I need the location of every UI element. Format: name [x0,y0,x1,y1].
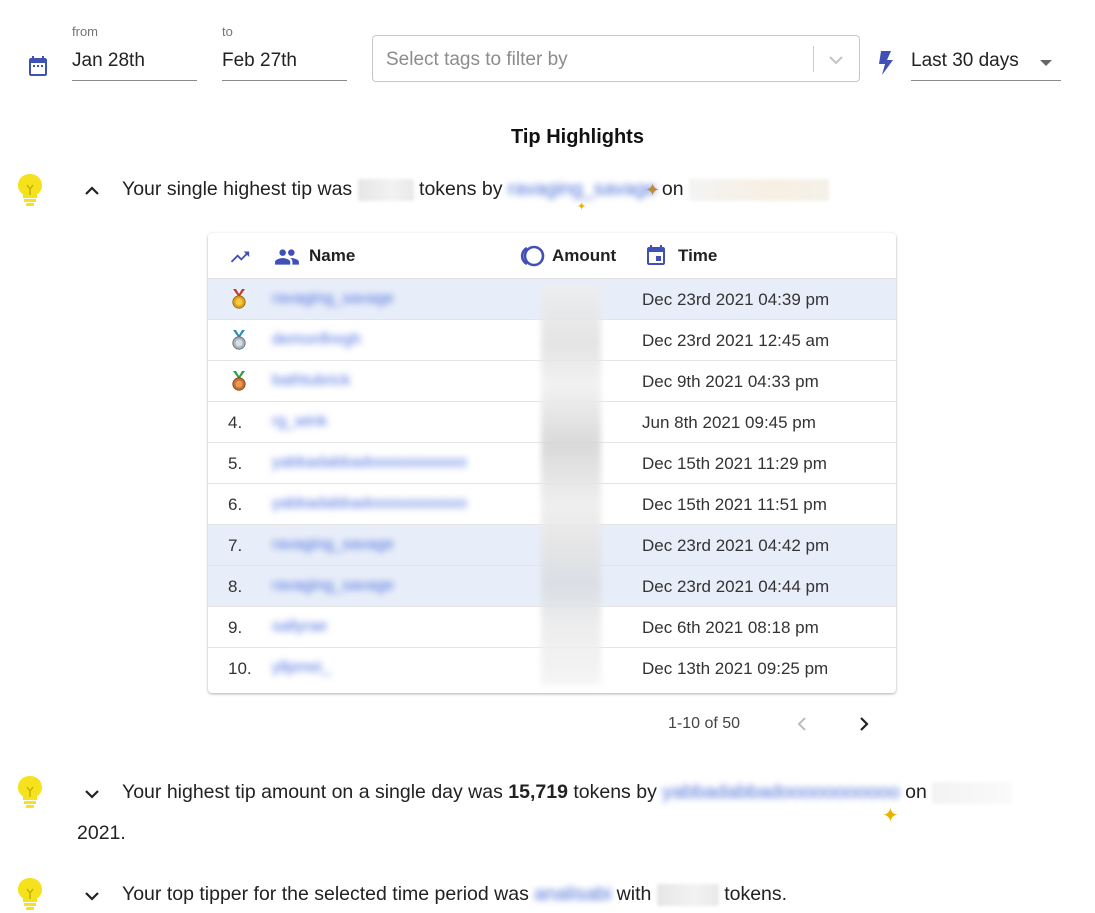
username-link[interactable]: yabbadabbadooooooooooo [662,781,900,804]
select-separator [813,46,814,72]
highlight-amount: 15,719 [508,781,568,803]
pagination-range: 1-10 of 50 [668,715,741,732]
highlight-text: on [661,178,684,200]
tipper-name[interactable]: yabbadabbadooooooooooo [272,454,467,472]
highlight-text: Your top tipper for the selected time pe… [122,883,529,905]
highlight-text: Your single highest tip was [122,178,353,200]
tip-time: Dec 9th 2021 04:33 pm [642,372,819,391]
tipper-name[interactable]: yabbadabbadooooooooooo [272,495,467,513]
redacted-amount [656,883,719,906]
username-link[interactable]: analisabi [534,883,611,906]
tip-time: Jun 8th 2021 09:45 pm [642,413,816,432]
range-underline [911,80,1061,81]
chevron-down-icon[interactable] [81,783,103,805]
trending-up-icon [230,251,250,263]
to-label: to [222,24,233,39]
bronze-medal-icon [232,371,246,391]
redacted-amount-column [541,285,601,685]
highlight-text: Your highest tip amount on a single day … [122,781,503,803]
column-header-name[interactable]: Name [309,246,355,266]
tipper-name[interactable]: sallyrae [272,618,327,636]
people-icon [275,249,299,265]
tip-time: Dec 15th 2021 11:51 pm [642,495,827,514]
chevron-down-icon[interactable] [81,885,103,907]
calendar-icon[interactable] [26,54,50,78]
column-header-amount[interactable]: Amount [552,246,616,266]
date-range-value: Last 30 days [911,50,1019,71]
redacted-date [689,178,829,201]
highlight-text: tokens. [724,883,788,905]
row-rank: 5. [228,454,243,473]
to-date-field[interactable]: to Feb 27th [222,24,347,106]
filter-bar: from Jan 28th to Feb 27th Select tags to… [0,0,1095,100]
lightning-icon [879,51,893,75]
highlight-highest-day: Your highest tip amount on a single day … [122,781,1013,804]
tip-time: Dec 15th 2021 11:29 pm [642,454,827,473]
date-range-select[interactable]: Last 30 days [911,44,1061,82]
highlight-text: tokens by [419,178,503,200]
tip-time: Dec 23rd 2021 04:39 pm [642,290,830,309]
username-link[interactable]: ravaging_savage [508,178,657,201]
from-date-value[interactable]: Jan 28th [72,50,145,72]
tipper-name[interactable]: rg_wink [272,413,327,431]
sparkle-icon: ✦ [645,180,661,200]
from-underline [72,80,197,81]
from-label: from [72,24,98,39]
sparkle-icon: ✦ [577,201,587,213]
tipper-name[interactable]: demonfiregh [272,331,361,349]
tip-time: Dec 23rd 2021 12:45 am [642,331,830,350]
page-title: Tip Highlights [511,126,644,148]
dropdown-caret-icon [1040,60,1052,66]
row-rank: 4. [228,413,243,432]
from-date-field[interactable]: from Jan 28th [72,24,197,106]
gold-medal-icon [232,289,246,309]
lightbulb-icon [18,878,42,910]
tipper-name[interactable]: ravaging_savage [272,577,394,595]
highlight-single-highest-tip: Your single highest tip was tokens by ra… [122,178,829,201]
silver-medal-icon [232,330,246,350]
tip-time: Dec 23rd 2021 04:42 pm [642,536,830,555]
row-rank: 7. [228,536,243,555]
tipper-name[interactable]: bathtubrick [272,372,350,390]
redacted-date [932,781,1013,804]
tip-time: Dec 13th 2021 09:25 pm [642,659,829,678]
chevron-up-icon[interactable] [81,180,103,202]
event-calendar-icon [647,245,665,265]
lightbulb-icon [18,776,42,808]
tipper-name[interactable]: yllpmei_ [272,659,331,677]
sparkle-icon: ✦ [882,805,899,827]
row-rank: 10. [228,659,252,678]
column-header-time[interactable]: Time [678,246,717,266]
tags-filter-select[interactable]: Select tags to filter by [372,35,860,82]
tip-highlights-table: Name Amount Time ravaging_savage Dec 23r… [208,233,896,693]
tip-time: Dec 6th 2021 08:18 pm [642,618,819,637]
highlight-text: tokens by [573,781,657,803]
redacted-amount [357,178,414,201]
highlight-text: with [616,883,652,905]
highlight-continuation: 2021. [77,822,126,844]
tipper-name[interactable]: ravaging_savage [272,290,394,308]
lightbulb-icon [18,174,42,206]
tip-time: Dec 23rd 2021 04:44 pm [642,577,830,596]
row-rank: 6. [228,495,243,514]
tokens-icon [520,245,545,267]
tags-placeholder: Select tags to filter by [386,49,568,70]
chevron-down-icon[interactable] [826,50,846,70]
row-rank: 9. [228,618,243,637]
chevron-right-icon[interactable] [853,714,873,734]
table-header: Name Amount Time [208,233,896,279]
tipper-name[interactable]: ravaging_savage [272,536,394,554]
row-rank: 8. [228,577,243,596]
chevron-left-icon[interactable] [793,714,813,734]
to-date-value[interactable]: Feb 27th [222,50,297,72]
to-underline [222,80,347,81]
highlight-text: on [905,781,927,803]
highlight-top-tipper: Your top tipper for the selected time pe… [122,883,787,906]
